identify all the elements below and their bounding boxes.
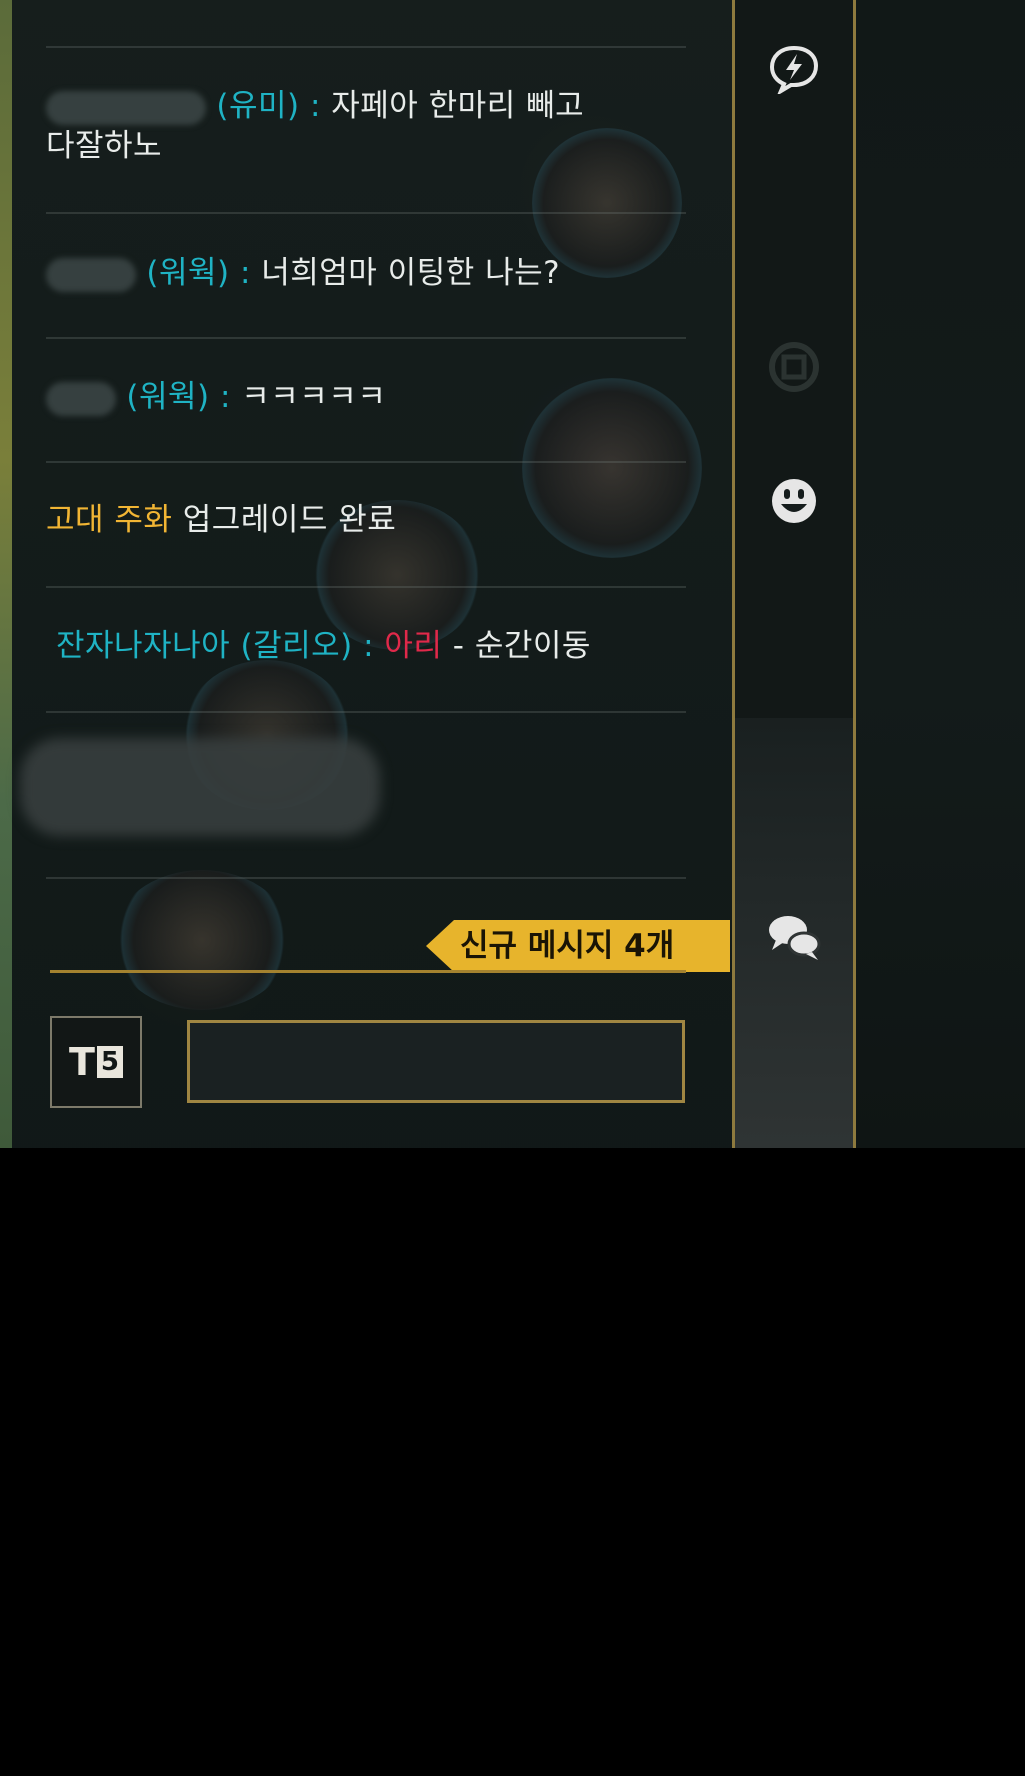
chat-divider xyxy=(46,46,686,48)
redacted-message xyxy=(20,738,380,836)
chat-message: (워웍) : ㅋㅋㅋㅋㅋ xyxy=(46,377,686,417)
chat-separator: : xyxy=(229,255,262,291)
chat-player-name: (워웍) xyxy=(126,379,210,415)
chat-divider xyxy=(46,586,686,588)
chat-divider xyxy=(46,461,686,463)
redacted-player-name xyxy=(46,257,136,292)
chat-side-toolbar xyxy=(732,0,856,1148)
chat-divider xyxy=(46,337,686,339)
chat-message: (유미) : 자페아 한마리 빼고 다잘하노 xyxy=(46,86,686,166)
chat-player-name: 잔자나자나아 (갈리오) xyxy=(56,628,353,664)
chat-text: 너희엄마 이팅한 나는? xyxy=(261,255,561,291)
emoji-icon[interactable] xyxy=(757,464,831,538)
spell-name: 순간이동 xyxy=(474,628,591,664)
redacted-player-name xyxy=(46,381,116,416)
chat-separator: : xyxy=(299,88,332,124)
redacted-player-name xyxy=(46,90,206,125)
chat-player-name: (워웍) xyxy=(146,255,230,291)
chat-player-name: (유미) xyxy=(216,88,300,124)
game-background-right xyxy=(856,0,1025,1148)
ping-icon[interactable] xyxy=(757,32,831,106)
chat-dash: - xyxy=(442,628,475,664)
chat-separator: : xyxy=(209,379,242,415)
channel-letter: T xyxy=(69,1040,95,1084)
system-text: 업그레이드 완료 xyxy=(172,502,397,538)
chat-message: 잔자나자나아 (갈리오) : 아리 - 순간이동 xyxy=(56,626,696,666)
chat-divider xyxy=(46,212,686,214)
chat-input-separator xyxy=(50,970,686,973)
channel-number: 5 xyxy=(96,1046,123,1078)
background-orb xyxy=(112,870,292,1010)
chat-panel xyxy=(12,0,732,1148)
chat-separator: : xyxy=(352,628,385,664)
chat-text-continued: 다잘하노 xyxy=(46,128,163,164)
chat-divider xyxy=(46,711,686,713)
chat-divider xyxy=(46,877,686,879)
chat-channel-button[interactable]: T5 xyxy=(50,1016,142,1108)
game-background-edge xyxy=(0,0,12,1148)
chat-message: (워웍) : 너희엄마 이팅한 나는? xyxy=(46,253,686,293)
system-message: 고대 주화 업그레이드 완료 xyxy=(46,500,686,540)
chat-text: 자페아 한마리 빼고 xyxy=(331,88,585,124)
item-name: 고대 주화 xyxy=(46,502,173,538)
chat-text: ㅋㅋㅋㅋㅋ xyxy=(241,379,387,415)
ward-icon[interactable] xyxy=(757,330,831,404)
new-messages-button[interactable]: 신규 메시지 4개 xyxy=(426,920,730,972)
chat-input[interactable] xyxy=(187,1020,685,1103)
game-screen: (유미) : 자페아 한마리 빼고 다잘하노 (워웍) : 너희엄마 이팅한 나… xyxy=(0,0,1025,1148)
chat-bubbles-icon[interactable] xyxy=(757,900,831,974)
champion-name: 아리 xyxy=(384,628,443,664)
